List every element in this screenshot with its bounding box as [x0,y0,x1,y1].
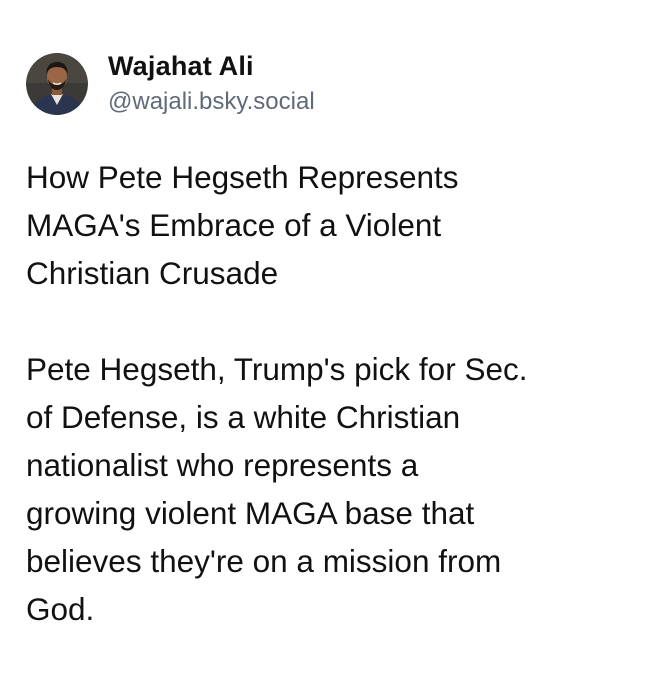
post-body: How Pete Hegseth Represents MAGA's Embra… [26,153,626,633]
author-display-name[interactable]: Wajahat Ali [108,50,315,82]
avatar-photo-icon [26,53,88,115]
avatar[interactable] [26,53,88,115]
post-title: How Pete Hegseth Represents MAGA's Embra… [26,159,459,291]
post-card: Wajahat Ali @wajali.bsky.social How Pete… [0,0,645,680]
post-header: Wajahat Ali @wajali.bsky.social [26,50,315,118]
author-handle[interactable]: @wajali.bsky.social [108,86,315,118]
post-paragraph: Pete Hegseth, Trump's pick for Sec. of D… [26,351,528,627]
author-names: Wajahat Ali @wajali.bsky.social [108,50,315,118]
